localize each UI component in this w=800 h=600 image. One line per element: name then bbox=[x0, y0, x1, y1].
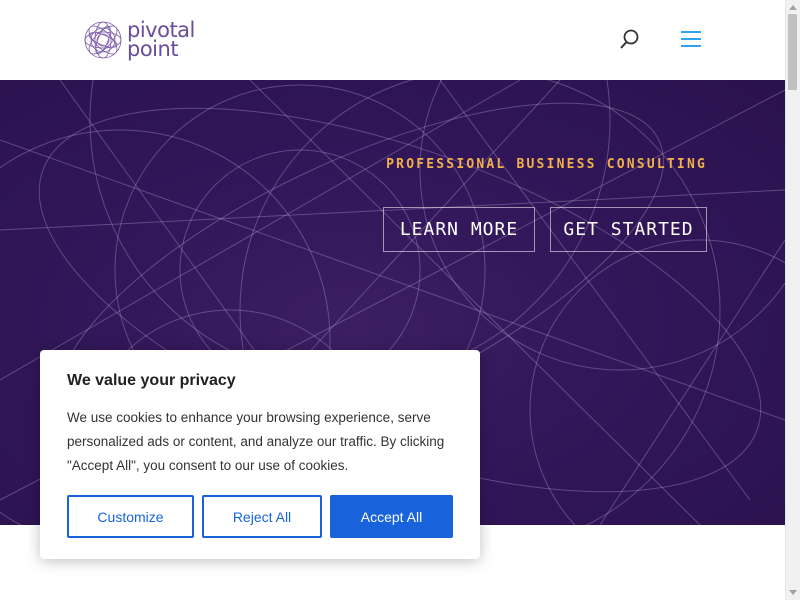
page-scrollbar[interactable] bbox=[785, 0, 800, 600]
reject-all-button[interactable]: Reject All bbox=[202, 495, 322, 538]
cookie-description: We use cookies to enhance your browsing … bbox=[67, 410, 445, 473]
logo-swirl-icon bbox=[84, 21, 122, 59]
logo-text: pivotal point bbox=[127, 18, 195, 61]
scroll-up-arrow-icon[interactable] bbox=[789, 5, 797, 10]
scrollbar-thumb[interactable] bbox=[788, 14, 797, 90]
customize-button[interactable]: Customize bbox=[67, 495, 194, 538]
logo[interactable]: pivotal point bbox=[82, 18, 202, 62]
get-started-button[interactable]: GET STARTED bbox=[550, 207, 707, 252]
hero-tagline: PROFESSIONAL BUSINESS CONSULTING bbox=[386, 157, 707, 172]
scroll-down-arrow-icon[interactable] bbox=[789, 590, 797, 595]
learn-more-button[interactable]: LEARN MORE bbox=[383, 207, 535, 252]
accept-all-button[interactable]: Accept All bbox=[330, 495, 453, 538]
search-icon[interactable] bbox=[618, 28, 642, 52]
hamburger-menu-icon[interactable] bbox=[679, 29, 703, 49]
cookie-title: We value your privacy bbox=[67, 372, 236, 389]
cookie-consent-banner: We value your privacy We use cookies to … bbox=[40, 350, 480, 559]
site-header: pivotal point bbox=[0, 0, 785, 81]
